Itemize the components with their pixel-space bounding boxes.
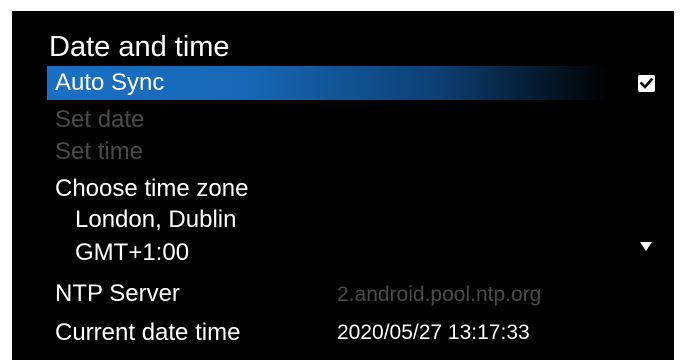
- time-zone-city[interactable]: London, Dublin: [75, 205, 236, 235]
- set-date-label: Set date: [55, 106, 145, 133]
- auto-sync-checkbox[interactable]: [638, 75, 655, 92]
- auto-sync-label: Auto Sync: [55, 69, 165, 96]
- date-time-panel: Date and time Auto Sync Set date Set tim…: [12, 11, 674, 360]
- ntp-server-label: NTP Server: [55, 280, 180, 307]
- page-title: Date and time: [49, 31, 230, 63]
- set-time-row: Set time: [47, 135, 607, 169]
- set-date-row: Set date: [47, 103, 607, 137]
- current-date-time-value: 2020/05/27 13:17:33: [337, 321, 530, 344]
- current-date-time-label: Current date time: [55, 319, 241, 346]
- auto-sync-row[interactable]: Auto Sync: [47, 66, 607, 100]
- triangle-down-icon[interactable]: [640, 242, 652, 251]
- set-time-label: Set time: [55, 138, 144, 165]
- choose-time-zone-row[interactable]: Choose time zone: [47, 172, 607, 206]
- time-zone-offset[interactable]: GMT+1:00: [75, 238, 189, 268]
- ntp-server-input[interactable]: 2.android.pool.ntp.org: [337, 280, 541, 310]
- choose-time-zone-label: Choose time zone: [55, 175, 249, 202]
- check-icon: [639, 77, 654, 89]
